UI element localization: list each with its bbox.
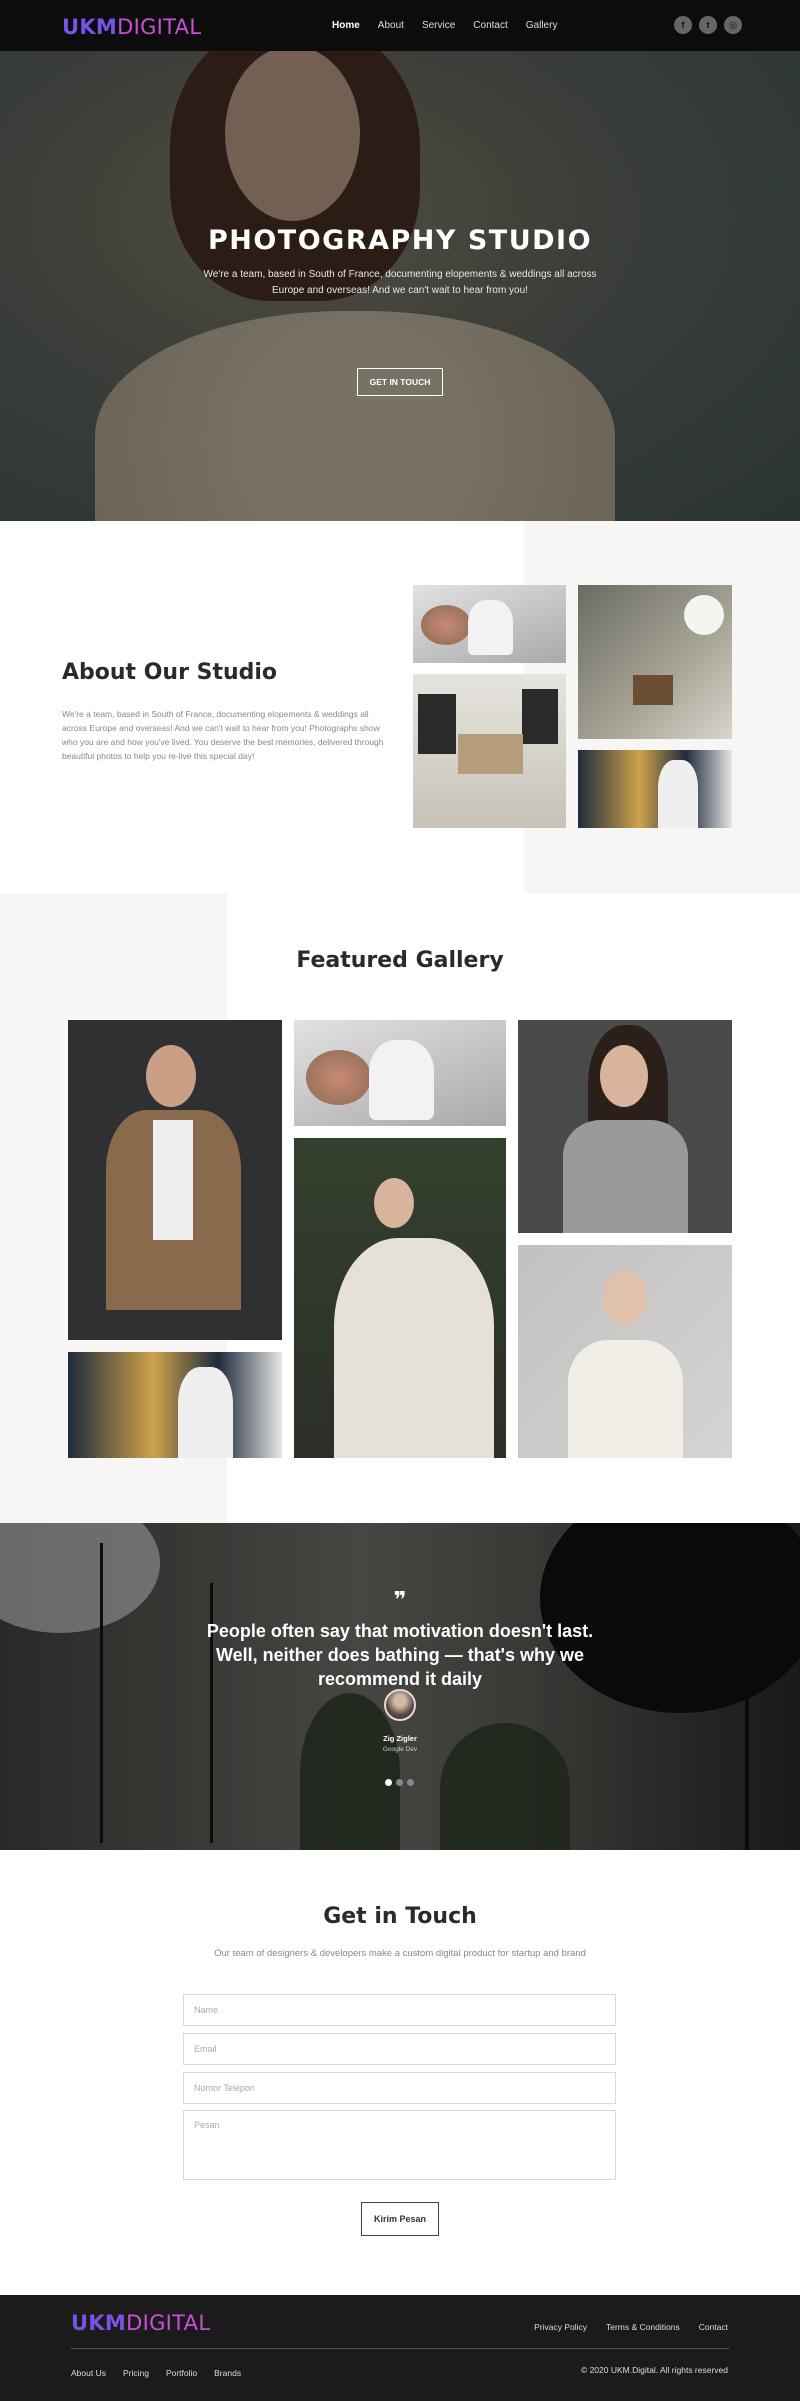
testimonial-role: Google Dev <box>382 1746 418 1753</box>
quote-icon: ❞ <box>393 1587 407 1612</box>
twitter-icon[interactable]: t <box>699 16 717 34</box>
site-header: UKMDIGITAL Home About Service Contact Ga… <box>0 0 800 51</box>
phone-field[interactable]: Nomor Telepon <box>183 2072 616 2104</box>
hero-section: PHOTOGRAPHY STUDIO We're a team, based i… <box>0 51 800 521</box>
gallery-image-bride-tiara[interactable] <box>518 1245 732 1458</box>
about-image-studio-chair <box>578 585 732 739</box>
footer-link-pricing[interactable]: Pricing <box>123 2368 149 2378</box>
carousel-dots <box>385 1779 414 1786</box>
footer-link-brands[interactable]: Brands <box>214 2368 241 2378</box>
avatar <box>384 1689 416 1721</box>
submit-button[interactable]: Kirim Pesan <box>361 2202 439 2236</box>
carousel-dot-1[interactable] <box>385 1779 392 1786</box>
contact-section: Get in Touch Our team of designers & dev… <box>0 1850 800 2295</box>
about-title: About Our Studio <box>62 660 278 685</box>
testimonial-section: ❞ People often say that motivation doesn… <box>0 1523 800 1850</box>
gallery-image-bride-flowers[interactable] <box>294 1020 506 1126</box>
carousel-dot-3[interactable] <box>407 1779 414 1786</box>
gallery-section: Featured Gallery <box>0 893 800 1523</box>
nav-home[interactable]: Home <box>332 20 360 31</box>
footer-link-portfolio[interactable]: Portfolio <box>166 2368 197 2378</box>
about-image-bride-window <box>578 750 732 828</box>
contact-title: Get in Touch <box>323 1904 477 1929</box>
footer-link-contact[interactable]: Contact <box>699 2322 728 2332</box>
carousel-dot-2[interactable] <box>396 1779 403 1786</box>
about-text: We're a team, based in South of France, … <box>62 709 384 761</box>
testimonial-quote: People often say that motivation doesn't… <box>206 1621 594 1689</box>
gallery-image-bride-window[interactable] <box>68 1352 282 1458</box>
footer-divider <box>71 2348 729 2349</box>
footer-top-links: Privacy Policy Terms & Conditions Contac… <box>534 2322 728 2332</box>
testimonial-name: Zig Zigler <box>383 1734 417 1743</box>
get-in-touch-button[interactable]: GET IN TOUCH <box>357 368 443 396</box>
footer-logo[interactable]: UKMDIGITAL <box>71 2311 210 2335</box>
gallery-image-bride-gown[interactable] <box>294 1138 506 1458</box>
contact-description: Our team of designers & developers make … <box>214 1948 586 1959</box>
message-field[interactable]: Pesan <box>183 2110 616 2180</box>
site-footer: UKMDIGITAL Privacy Policy Terms & Condit… <box>0 2295 800 2401</box>
nav-contact[interactable]: Contact <box>473 20 507 31</box>
instagram-icon[interactable]: ◎ <box>724 16 742 34</box>
footer-link-about[interactable]: About Us <box>71 2368 106 2378</box>
nav-gallery[interactable]: Gallery <box>526 20 558 31</box>
gallery-title: Featured Gallery <box>296 948 504 973</box>
footer-link-privacy[interactable]: Privacy Policy <box>534 2322 587 2332</box>
gallery-image-woman-sweater[interactable] <box>518 1020 732 1233</box>
about-image-studio-bed <box>413 674 566 828</box>
hero-title: PHOTOGRAPHY STUDIO <box>207 225 593 256</box>
name-field[interactable]: Name <box>183 1994 616 2026</box>
facebook-icon[interactable]: f <box>674 16 692 34</box>
email-field[interactable]: Email <box>183 2033 616 2065</box>
copyright: © 2020 UKM.Digital. All rights reserved <box>580 2365 728 2375</box>
footer-bottom-links: About Us Pricing Portfolio Brands <box>71 2368 241 2378</box>
main-nav: Home About Service Contact Gallery <box>332 0 557 51</box>
gallery-image-man-blazer[interactable] <box>68 1020 282 1340</box>
about-section: About Our Studio We're a team, based in … <box>0 521 800 893</box>
logo[interactable]: UKMDIGITAL <box>62 15 201 39</box>
nav-about[interactable]: About <box>378 20 404 31</box>
hero-subtitle: We're a team, based in South of France, … <box>203 269 597 296</box>
social-links: f t ◎ <box>674 16 742 34</box>
about-image-bride-flowers <box>413 585 566 663</box>
footer-link-terms[interactable]: Terms & Conditions <box>606 2322 680 2332</box>
nav-service[interactable]: Service <box>422 20 455 31</box>
